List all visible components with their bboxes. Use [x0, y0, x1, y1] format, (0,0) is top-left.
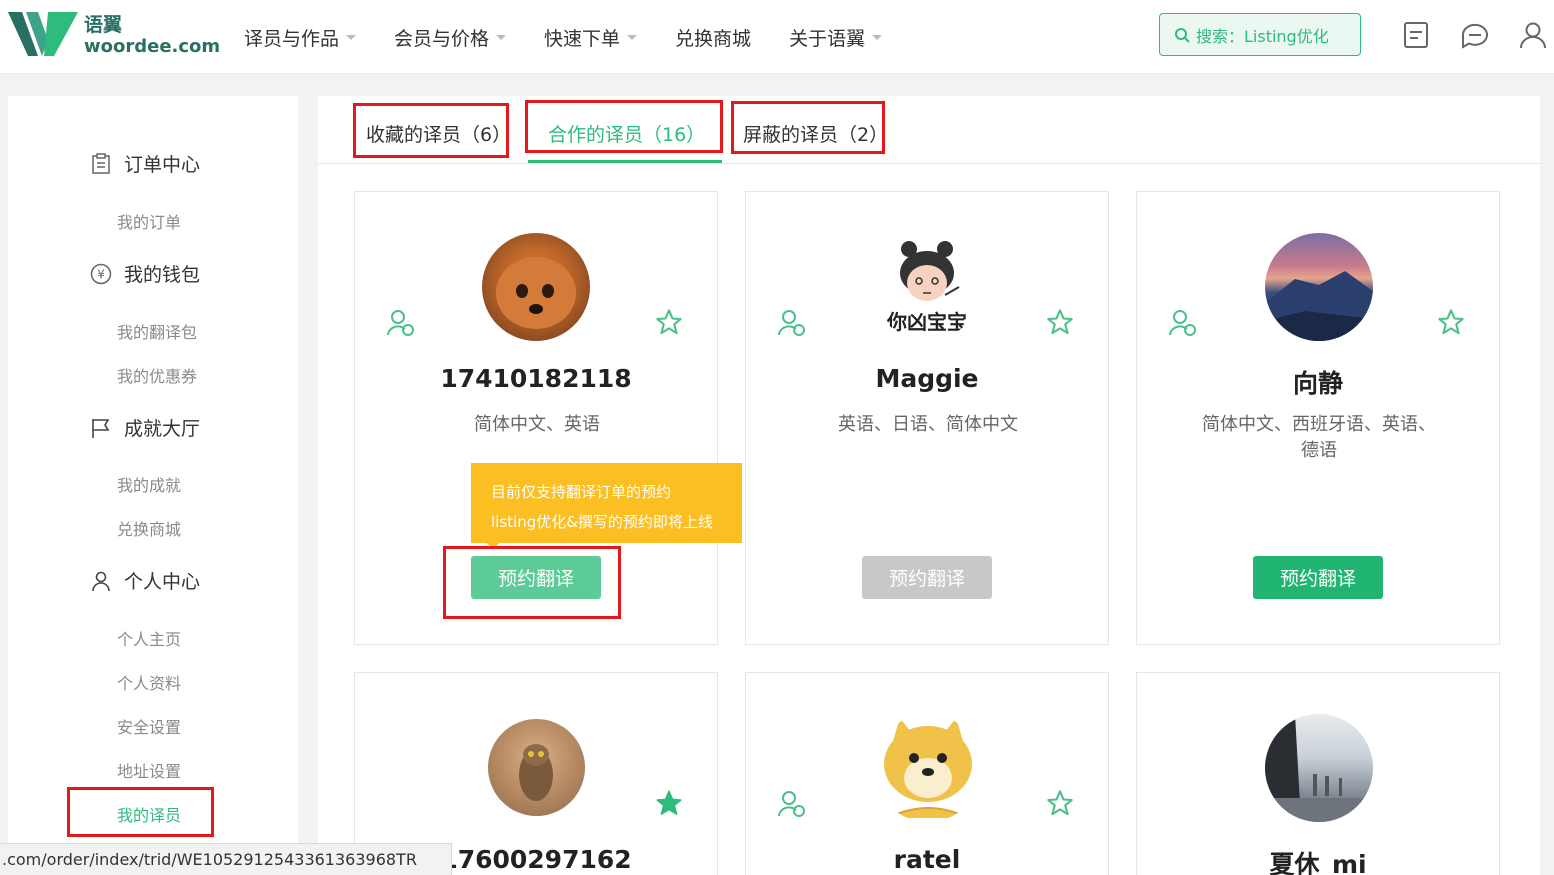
chevron-down-icon — [872, 34, 883, 40]
translator-card[interactable]: 夏休_mi — [1136, 672, 1500, 875]
tooltip-line-2: listing优化&撰写的预约即将上线 — [491, 513, 713, 531]
user-icon[interactable] — [1518, 20, 1548, 50]
owl-photo-icon — [519, 744, 553, 801]
sidebar-section-wallet[interactable]: ¥ 我的钱包 — [90, 260, 200, 287]
message-icon[interactable] — [1460, 20, 1490, 50]
avatar[interactable] — [874, 714, 982, 822]
nav-item-label: 关于语翼 — [789, 27, 866, 50]
user-check-icon[interactable] — [1168, 308, 1198, 338]
avatar[interactable] — [488, 719, 585, 816]
nav-item-label: 兑换商城 — [675, 27, 752, 50]
user-check-icon[interactable] — [777, 789, 807, 819]
translator-languages: 英语、日语、简体中文 — [838, 414, 1018, 435]
main-nav: 译员与作品 会员与价格 快速下单 兑换商城 关于语翼 — [244, 0, 920, 74]
translator-name: ratel — [893, 845, 961, 874]
logo-en-text: woordee.com — [84, 36, 221, 57]
nav-item-label: 快速下单 — [544, 27, 621, 50]
avatar[interactable] — [1265, 233, 1373, 341]
sidebar: 订单中心 我的订单 ¥ 我的钱包 我的翻译包 我的优惠券 成就大厅 我的成就 兑… — [8, 96, 298, 875]
booking-tooltip: 目前仅支持翻译订单的预约 listing优化&撰写的预约即将上线 — [471, 463, 742, 543]
sidebar-section-achievements[interactable]: 成就大厅 — [90, 414, 200, 441]
book-translation-button-disabled[interactable]: 预约翻译 — [862, 556, 992, 599]
star-filled-icon[interactable] — [655, 789, 683, 817]
nav-item-label: 译员与作品 — [244, 27, 340, 50]
dog-photo-icon — [496, 257, 576, 329]
search-text: 搜索：Listing优化 — [1196, 26, 1329, 46]
search-icon — [1175, 27, 1190, 43]
sidebar-item-security[interactable]: 安全设置 — [117, 714, 181, 738]
svg-text:¥: ¥ — [97, 267, 105, 281]
annotation-box-my-translators — [67, 787, 214, 837]
book-translation-button[interactable]: 预约翻译 — [1253, 556, 1383, 599]
tooltip-line-1: 目前仅支持翻译订单的预约 — [491, 483, 672, 501]
translator-name: 17410182118 — [440, 364, 632, 393]
avatar-sticker-text: 你凶宝宝 — [887, 310, 967, 334]
mountain-photo-icon — [1265, 271, 1373, 341]
translator-card[interactable]: ratel — [745, 672, 1109, 875]
translator-card[interactable]: 你凶宝宝 Maggie 英语、日语、简体中文 预约翻译 — [745, 191, 1109, 645]
nav-item-translators[interactable]: 译员与作品 — [244, 24, 357, 51]
person-icon — [92, 571, 110, 591]
annotation-box-cooperated-tab — [525, 100, 723, 153]
yen-icon: ¥ — [90, 263, 112, 284]
sidebar-item-address[interactable]: 地址设置 — [117, 758, 181, 782]
chevron-down-icon — [346, 34, 357, 40]
sidebar-section-label: 订单中心 — [124, 154, 201, 176]
star-outline-icon[interactable] — [1437, 308, 1465, 336]
search-box[interactable]: 搜索：Listing优化 — [1159, 13, 1361, 56]
translator-languages: 简体中文、西班牙语、英语、德语 — [1202, 414, 1436, 461]
user-check-icon[interactable] — [386, 308, 416, 338]
chevron-down-icon — [496, 34, 507, 40]
nav-item-label: 会员与价格 — [394, 27, 490, 50]
logo-cn-text: 语翼 — [84, 14, 123, 36]
annotation-box-book-button — [443, 546, 621, 619]
sidebar-item-translation-packs[interactable]: 我的翻译包 — [117, 319, 197, 343]
translator-languages: 简体中文、英语 — [474, 414, 600, 435]
sidebar-item-my-achievements[interactable]: 我的成就 — [117, 472, 181, 496]
translator-name: 向静 — [1292, 369, 1343, 398]
sidebar-item-profile[interactable]: 个人资料 — [117, 670, 181, 694]
nav-item-quick-order[interactable]: 快速下单 — [544, 24, 638, 51]
sidebar-section-label: 个人中心 — [124, 571, 201, 593]
sidebar-item-homepage[interactable]: 个人主页 — [117, 626, 181, 650]
star-outline-icon[interactable] — [1046, 789, 1074, 817]
avatar[interactable] — [1265, 714, 1373, 822]
flag-icon — [92, 418, 110, 438]
sidebar-item-exchange-store[interactable]: 兑换商城 — [117, 516, 181, 540]
annotation-box-blocked-tab — [731, 101, 885, 154]
sidebar-section-label: 我的钱包 — [124, 264, 201, 286]
star-outline-icon[interactable] — [655, 308, 683, 336]
translator-name: Maggie — [875, 364, 979, 393]
star-outline-icon[interactable] — [1046, 308, 1074, 336]
browser-status-url: .com/order/index/trid/WE1052912543361363… — [0, 843, 452, 875]
sidebar-section-label: 成就大厅 — [124, 418, 201, 440]
annotation-box-favorited-tab — [353, 103, 509, 158]
sidebar-item-coupons[interactable]: 我的优惠券 — [117, 363, 197, 387]
nav-item-about[interactable]: 关于语翼 — [789, 24, 883, 51]
translator-name: 夏休_mi — [1269, 850, 1367, 875]
nav-item-membership[interactable]: 会员与价格 — [394, 24, 507, 51]
avatar[interactable] — [482, 233, 590, 341]
street-photo-icon — [1265, 714, 1373, 822]
translator-card[interactable]: 向静 简体中文、西班牙语、英语、德语 预约翻译 — [1136, 191, 1500, 645]
avatar[interactable]: 你凶宝宝 — [873, 233, 981, 341]
user-check-icon[interactable] — [777, 308, 807, 338]
chevron-down-icon — [627, 34, 638, 40]
nav-item-store[interactable]: 兑换商城 — [675, 24, 751, 51]
doge-meme-icon — [884, 718, 972, 819]
sidebar-section-personal[interactable]: 个人中心 — [90, 567, 200, 594]
clipboard-icon — [92, 152, 110, 174]
document-icon[interactable] — [1401, 20, 1431, 50]
top-header: 语翼 woordee.com 译员与作品 会员与价格 快速下单 兑换商城 关于语… — [0, 0, 1554, 74]
logo[interactable]: 语翼 woordee.com — [8, 10, 221, 62]
logo-mark-icon — [8, 12, 78, 56]
tabs-divider — [318, 163, 1540, 164]
sidebar-item-my-orders[interactable]: 我的订单 — [117, 209, 181, 233]
sidebar-section-orders[interactable]: 订单中心 — [90, 150, 200, 177]
